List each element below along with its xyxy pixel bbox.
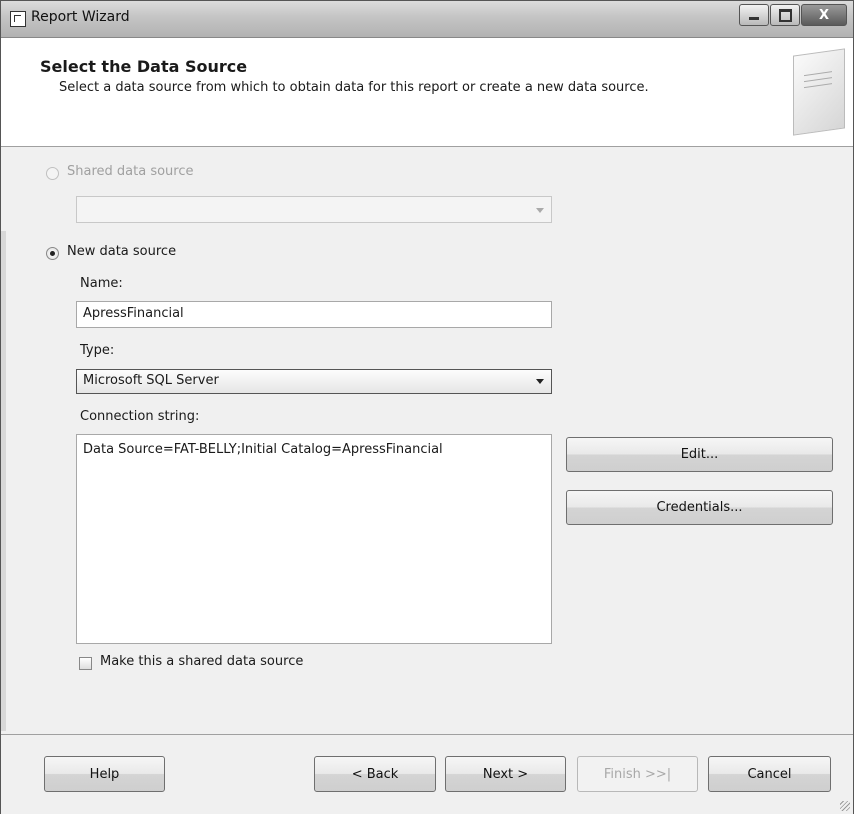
credentials-button[interactable]: Credentials... [566, 490, 833, 525]
resize-grip-icon[interactable] [840, 801, 850, 811]
chevron-down-icon [536, 379, 544, 384]
wizard-footer: Help < Back Next > Finish >>| Cancel [1, 734, 853, 814]
maximize-icon [778, 8, 792, 22]
document-icon [793, 48, 845, 136]
page-title: Select the Data Source [40, 57, 248, 76]
report-wizard-icon [10, 11, 26, 27]
title-bar[interactable]: Report Wizard X [1, 1, 853, 38]
chevron-down-icon [536, 208, 544, 213]
minimize-icon [749, 16, 759, 20]
minimize-button[interactable] [739, 4, 769, 26]
maximize-button[interactable] [770, 4, 800, 26]
shared-data-source-radio[interactable] [46, 167, 59, 180]
shared-data-source-select[interactable] [76, 196, 552, 223]
connection-string-label: Connection string: [80, 409, 200, 424]
new-data-source-radio[interactable] [46, 247, 59, 260]
new-data-source-label: New data source [67, 244, 177, 259]
shared-data-source-checkbox[interactable] [79, 657, 92, 670]
wizard-header: Select the Data Source Select a data sou… [1, 38, 853, 147]
cancel-button[interactable]: Cancel [708, 756, 831, 792]
connection-string-textarea[interactable]: Data Source=FAT-BELLY;Initial Catalog=Ap… [76, 434, 552, 644]
help-button[interactable]: Help [44, 756, 165, 792]
back-button[interactable]: < Back [314, 756, 436, 792]
page-subtitle: Select a data source from which to obtai… [59, 80, 649, 95]
type-label: Type: [80, 343, 115, 358]
shared-data-source-checkbox-label: Make this a shared data source [100, 654, 304, 669]
shared-data-source-label: Shared data source [67, 164, 194, 179]
edit-button[interactable]: Edit... [566, 437, 833, 472]
finish-button[interactable]: Finish >>| [577, 756, 698, 792]
window-controls: X [738, 4, 847, 28]
name-label: Name: [80, 276, 123, 291]
left-edge [1, 231, 6, 731]
close-button[interactable]: X [801, 4, 847, 26]
name-input[interactable]: ApressFinancial [76, 301, 552, 328]
report-wizard-window: Report Wizard X Select the Data Source S… [0, 0, 854, 814]
type-select[interactable]: Microsoft SQL Server [76, 369, 552, 394]
window-title: Report Wizard [31, 9, 130, 25]
close-icon: X [818, 7, 830, 23]
next-button[interactable]: Next > [445, 756, 566, 792]
